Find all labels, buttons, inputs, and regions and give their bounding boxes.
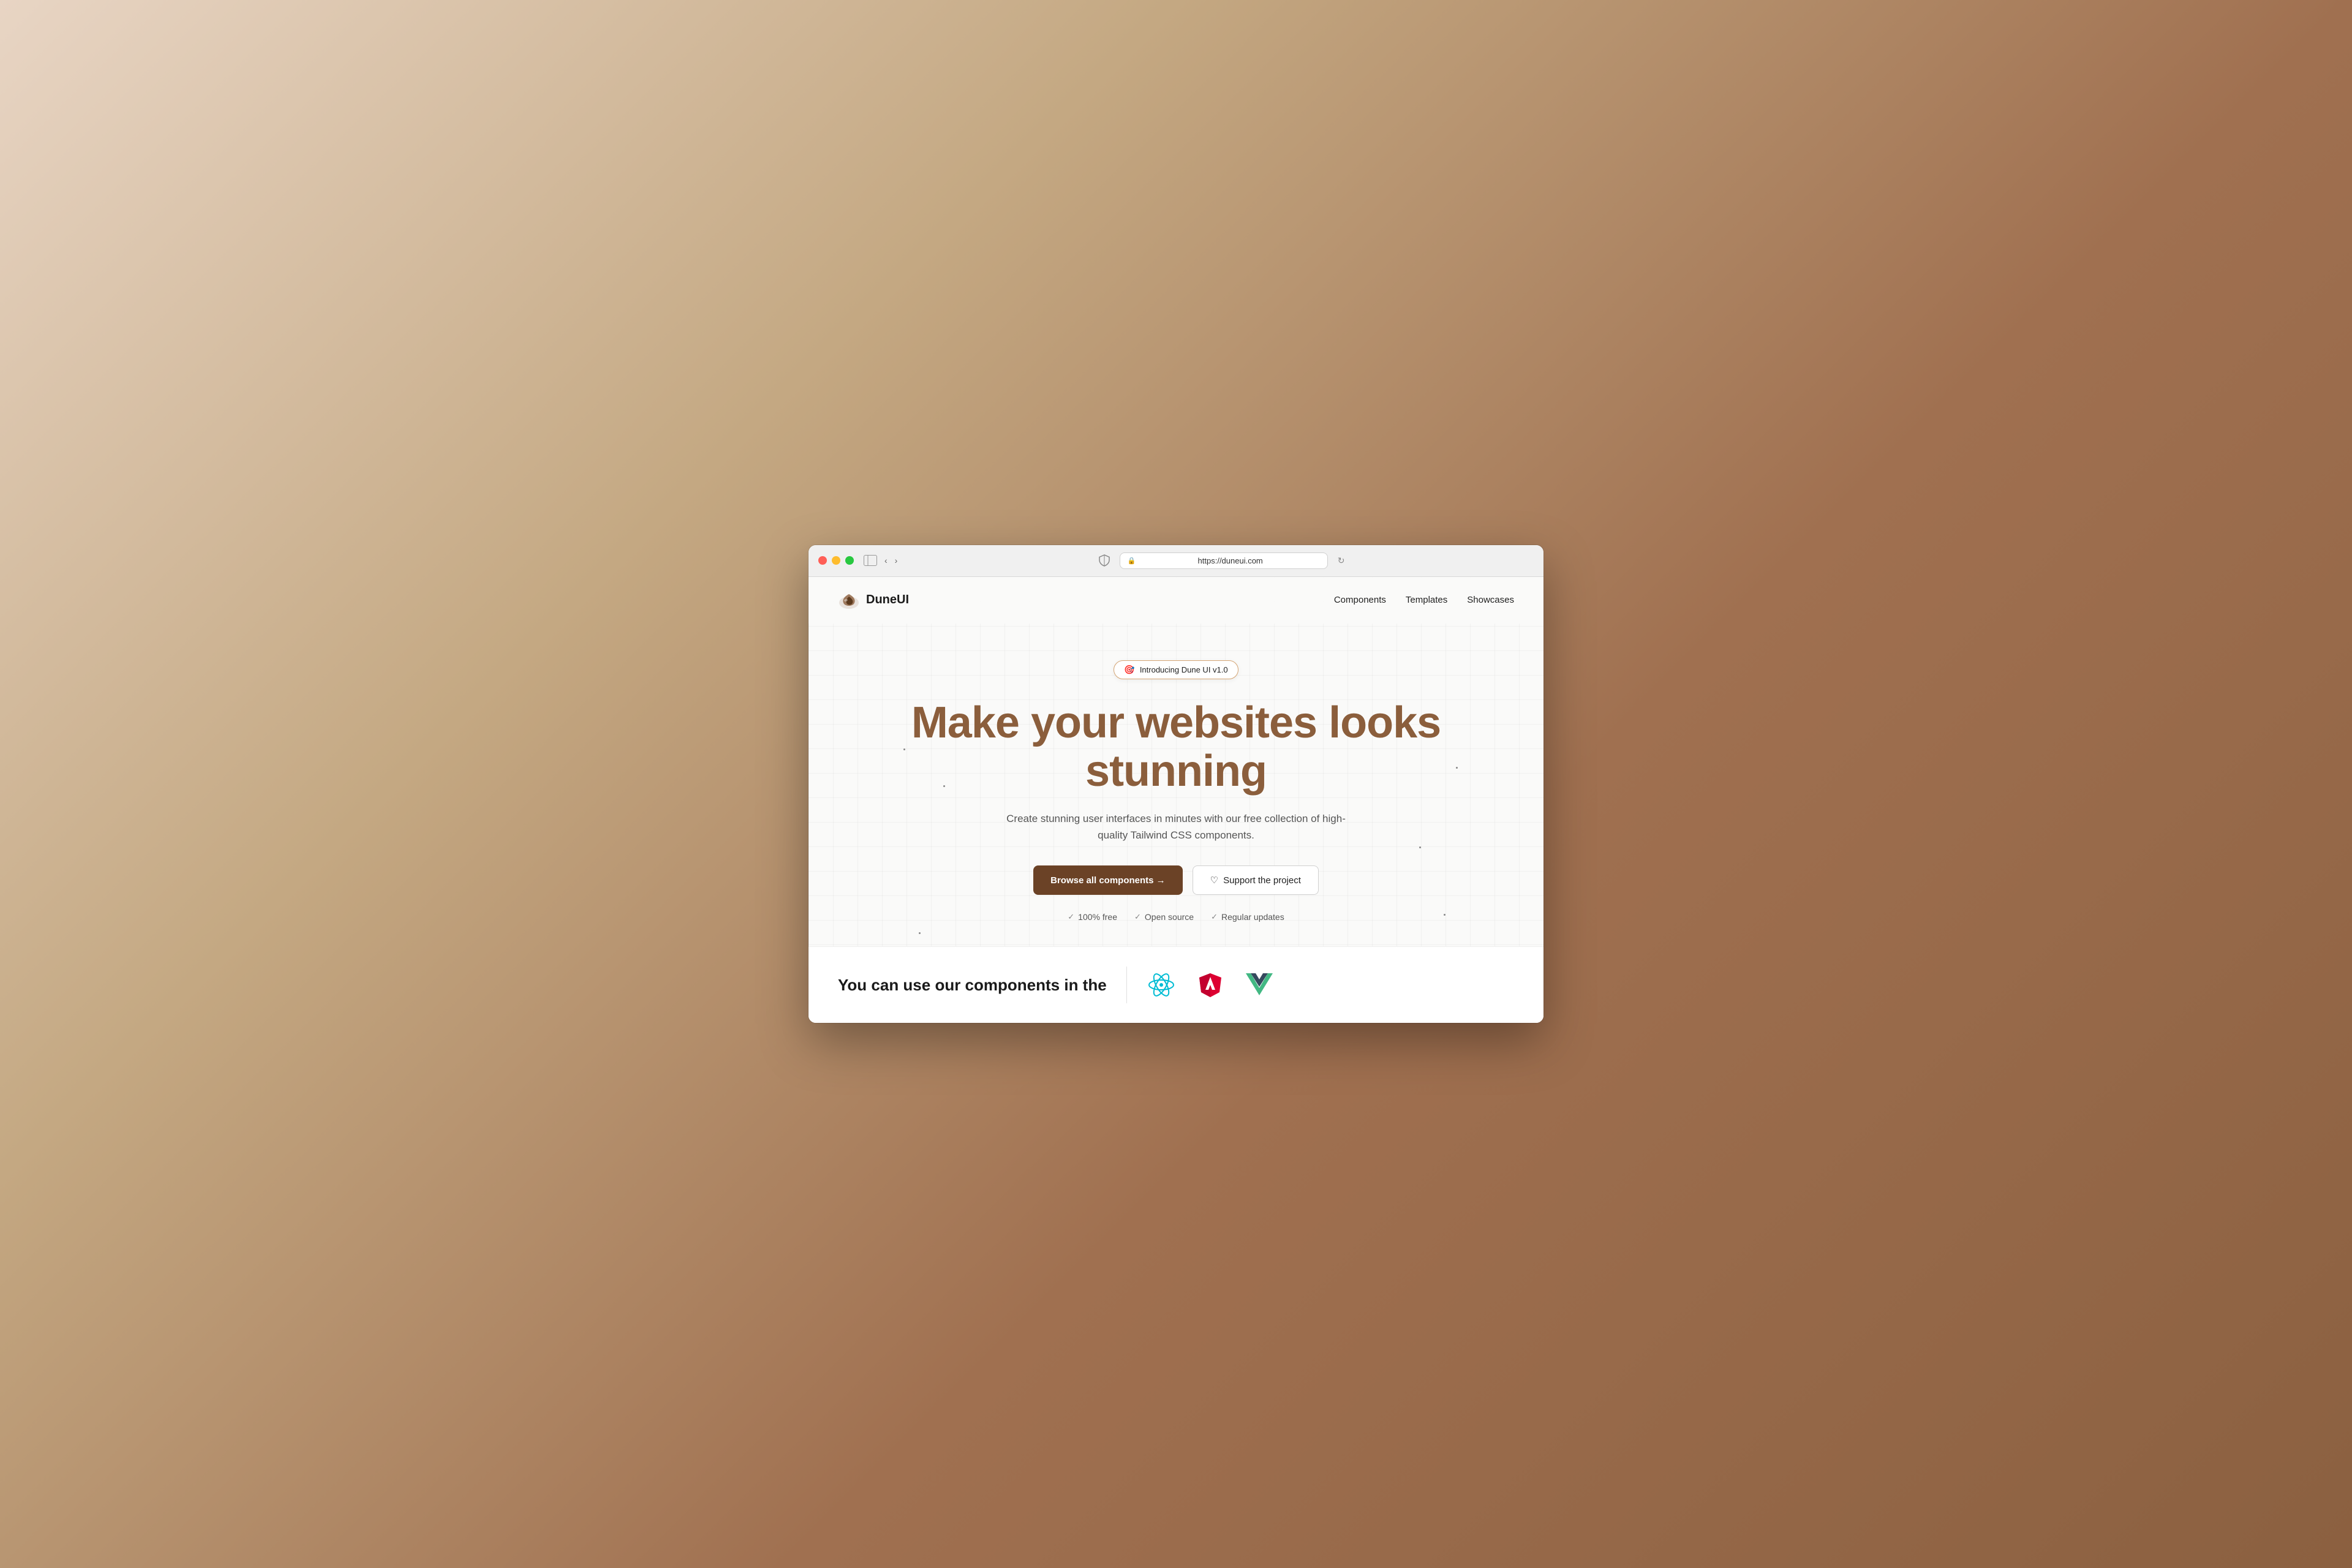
cta-buttons: Browse all components → ♡ Support the pr… bbox=[838, 865, 1514, 895]
nav-components[interactable]: Components bbox=[1334, 595, 1386, 605]
feature-opensource-label: Open source bbox=[1145, 912, 1194, 922]
lock-icon: 🔒 bbox=[1128, 557, 1136, 565]
bottom-preview: You can use our components in the bbox=[809, 946, 1544, 1023]
traffic-lights bbox=[818, 556, 854, 565]
hero-section: 🎯 Introducing Dune UI v1.0 Make your web… bbox=[809, 624, 1544, 947]
feature-free: ✓ 100% free bbox=[1068, 912, 1117, 922]
back-button[interactable]: ‹ bbox=[882, 555, 890, 566]
feature-updates-label: Regular updates bbox=[1221, 912, 1284, 922]
feature-badges: ✓ 100% free ✓ Open source ✓ Regular upda… bbox=[838, 912, 1514, 922]
logo[interactable]: DuneUI bbox=[838, 589, 909, 611]
divider bbox=[1126, 967, 1127, 1003]
badge-emoji: 🎯 bbox=[1124, 665, 1134, 675]
address-bar[interactable]: 🔒 https://duneui.com bbox=[1120, 552, 1328, 569]
browser-chrome: ‹ › 🔒 https://duneui.com ↻ bbox=[809, 545, 1544, 577]
heart-icon: ♡ bbox=[1210, 875, 1218, 886]
shield-icon bbox=[1099, 554, 1110, 567]
maximize-button[interactable] bbox=[845, 556, 854, 565]
sidebar-toggle-icon[interactable] bbox=[864, 555, 877, 566]
bottom-text: You can use our components in the bbox=[838, 976, 1107, 995]
forward-button[interactable]: › bbox=[892, 555, 900, 566]
feature-free-label: 100% free bbox=[1078, 912, 1117, 922]
browser-controls: ‹ › bbox=[864, 555, 900, 566]
react-icon bbox=[1147, 970, 1176, 1000]
website-content: DuneUI Components Templates Showcases 🎯 … bbox=[809, 577, 1544, 1023]
badge-text: Introducing Dune UI v1.0 bbox=[1140, 665, 1228, 674]
url-text: https://duneui.com bbox=[1141, 556, 1320, 565]
logo-icon bbox=[838, 589, 860, 611]
check-icon: ✓ bbox=[1211, 912, 1218, 922]
check-icon: ✓ bbox=[1134, 912, 1141, 922]
hero-title: Make your websites looks stunning bbox=[838, 699, 1514, 796]
address-bar-container: 🔒 https://duneui.com ↻ bbox=[910, 552, 1534, 569]
hero-subtitle: Create stunning user interfaces in minut… bbox=[1005, 810, 1348, 843]
feature-updates: ✓ Regular updates bbox=[1211, 912, 1284, 922]
announcement-badge[interactable]: 🎯 Introducing Dune UI v1.0 bbox=[1114, 660, 1238, 679]
support-project-button[interactable]: ♡ Support the project bbox=[1193, 865, 1319, 895]
site-nav: DuneUI Components Templates Showcases bbox=[809, 577, 1544, 624]
refresh-button[interactable]: ↻ bbox=[1338, 556, 1345, 566]
feature-opensource: ✓ Open source bbox=[1134, 912, 1194, 922]
minimize-button[interactable] bbox=[832, 556, 840, 565]
logo-text: DuneUI bbox=[866, 593, 909, 607]
browser-window: ‹ › 🔒 https://duneui.com ↻ bbox=[809, 545, 1544, 1023]
angular-icon bbox=[1196, 970, 1225, 1000]
vue-icon bbox=[1245, 970, 1274, 1000]
nav-showcases[interactable]: Showcases bbox=[1467, 595, 1514, 605]
nav-arrows: ‹ › bbox=[882, 555, 900, 566]
nav-links: Components Templates Showcases bbox=[1334, 595, 1514, 605]
tech-icons bbox=[1147, 970, 1274, 1000]
check-icon: ✓ bbox=[1068, 912, 1074, 922]
browse-components-button[interactable]: Browse all components → bbox=[1033, 865, 1183, 895]
close-button[interactable] bbox=[818, 556, 827, 565]
nav-templates[interactable]: Templates bbox=[1406, 595, 1447, 605]
